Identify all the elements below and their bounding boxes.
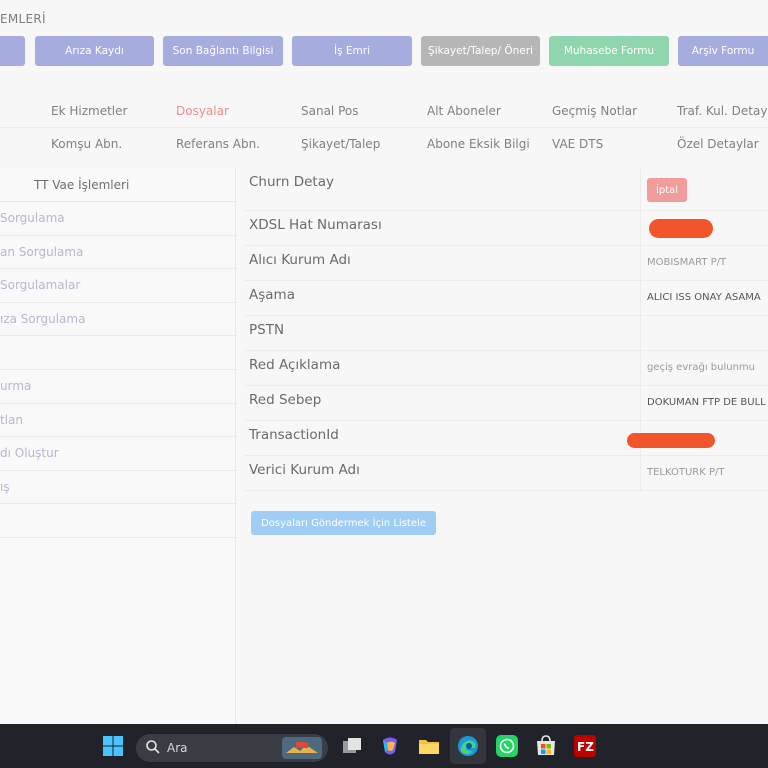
detail-row-churn-detay: Churn Detay İptal [244, 168, 768, 211]
detail-value: TELKOTURK P/T [647, 467, 725, 478]
left-menu-item[interactable] [0, 336, 235, 370]
detail-label: PSTN [249, 322, 285, 338]
redaction-mark [627, 433, 715, 448]
left-menu-item[interactable]: ış [0, 471, 235, 505]
taskbar-search-box[interactable]: Ara [136, 734, 328, 762]
detail-row-red-aciklama: Red Açıklama geçiş evrağı bulunmu [244, 351, 768, 386]
churn-detail-table: Churn Detay İptal XDSL Hat Numarası Alıc… [244, 168, 768, 491]
detail-value: geçiş evrağı bulunmu [647, 362, 755, 373]
microsoft-store-icon[interactable] [534, 734, 558, 758]
detail-label: TransactionId [249, 427, 339, 443]
task-view-icon[interactable] [340, 734, 364, 758]
detail-label: Red Sebep [249, 392, 322, 408]
detail-label: XDSL Hat Numarası [249, 217, 382, 233]
windows-start-icon[interactable] [101, 734, 125, 758]
ariza-kaydi-button[interactable]: Arıza Kaydı [35, 36, 154, 66]
muhasebe-formu-button[interactable]: Muhasebe Formu [549, 36, 669, 66]
left-menu: TT Vae İşlemleri Sorgulama an Sorgulama … [0, 168, 236, 724]
detail-label: Red Açıklama [249, 357, 341, 373]
detail-label: Aşama [249, 287, 295, 303]
list-files-button[interactable]: Dosyaları Göndermek İçin Listele [251, 511, 436, 535]
tab-dosyalar[interactable]: Dosyalar [176, 104, 229, 118]
arsiv-formu-button[interactable]: Arşiv Formu [678, 36, 768, 66]
edge-browser-icon[interactable] [456, 734, 480, 758]
son-baglanti-bilgisi-button[interactable]: Son Bağlantı Bilgisi [163, 36, 283, 66]
windows-taskbar: Ara FZ [0, 724, 768, 768]
detail-row-verici-kurum: Verici Kurum Adı TELKOTURK P/T [244, 456, 768, 491]
tab-row-2: Komşu Abn. Referans Abn. Şikayet/Talep A… [0, 129, 768, 161]
tab-referans-abn[interactable]: Referans Abn. [176, 137, 260, 151]
left-menu-item[interactable]: ıza Sorgulama [0, 303, 235, 337]
detail-value: MOBISMART P/T [647, 257, 727, 268]
redaction-mark [649, 219, 713, 238]
left-menu-item[interactable]: an Sorgulama [0, 236, 235, 270]
left-menu-item[interactable]: urma [0, 370, 235, 404]
tab-abone-eksik-bilgi[interactable]: Abone Eksik Bilgi [427, 137, 530, 151]
tab-alt-aboneler[interactable]: Alt Aboneler [427, 104, 501, 118]
tab-ozel-detaylar[interactable]: Özel Detaylar [677, 137, 759, 151]
detail-label: Churn Detay [249, 174, 334, 190]
svg-text:FZ: FZ [577, 740, 594, 754]
detail-label: Alıcı Kurum Adı [249, 252, 351, 268]
detail-row-alici-kurum: Alıcı Kurum Adı MOBISMART P/T [244, 246, 768, 281]
left-menu-item[interactable]: dı Oluştur [0, 437, 235, 471]
left-menu-header: TT Vae İşlemleri [0, 168, 235, 202]
tab-gecmis-notlar[interactable]: Geçmiş Notlar [552, 104, 637, 118]
file-explorer-icon[interactable] [417, 734, 441, 758]
top-button-partial[interactable] [0, 36, 25, 66]
sikayet-talep-oneri-button[interactable]: Şikayet/Talep/ Öneri [421, 36, 540, 66]
tab-komsu-abn[interactable]: Komşu Abn. [51, 137, 122, 151]
detail-row-transaction-id: TransactionId [244, 421, 768, 456]
left-menu-item[interactable]: Sorgulamalar [0, 269, 235, 303]
detail-row-asama: Aşama ALICI ISS ONAY ASAMA [244, 281, 768, 316]
tab-sanal-pos[interactable]: Sanal Pos [301, 104, 358, 118]
section-title: EMLERİ [0, 12, 46, 26]
left-menu-item[interactable]: Sorgulama [0, 202, 235, 236]
copilot-icon[interactable] [378, 734, 402, 758]
iptal-status-badge: İptal [647, 178, 687, 202]
tab-row-1: Ek Hizmetler Dosyalar Sanal Pos Alt Abon… [0, 96, 768, 128]
detail-row-red-sebep: Red Sebep DOKUMAN FTP DE BULL [244, 386, 768, 421]
detail-value: DOKUMAN FTP DE BULL [647, 397, 766, 408]
left-menu-item[interactable]: tlan [0, 404, 235, 438]
detail-label: Verici Kurum Adı [249, 462, 360, 478]
detail-value: ALICI ISS ONAY ASAMA [647, 292, 761, 303]
search-placeholder: Ara [167, 741, 188, 755]
search-icon [146, 740, 160, 754]
tab-traf-kul-detayi[interactable]: Traf. Kul. Detayı [677, 104, 768, 118]
is-emri-button[interactable]: İş Emri [292, 36, 412, 66]
detail-row-pstn: PSTN [244, 316, 768, 351]
whatsapp-icon[interactable] [495, 734, 519, 758]
tab-vae-dts[interactable]: VAE DTS [552, 137, 603, 151]
filezilla-icon[interactable]: FZ [573, 734, 597, 758]
tab-ek-hizmetler[interactable]: Ek Hizmetler [51, 104, 127, 118]
tab-sikayet-talep[interactable]: Şikayet/Talep [301, 137, 380, 151]
detail-row-xdsl-hat: XDSL Hat Numarası [244, 211, 768, 246]
search-highlight-icon [282, 737, 322, 759]
left-menu-item[interactable] [0, 504, 235, 538]
